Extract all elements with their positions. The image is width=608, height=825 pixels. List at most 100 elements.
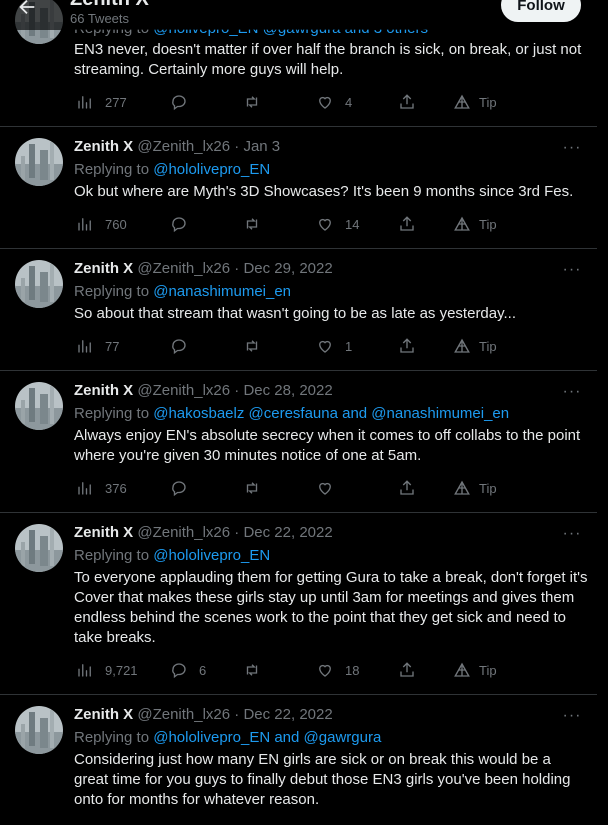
author-name[interactable]: Zenith X: [74, 138, 133, 155]
tweet-count: 66 Tweets: [70, 11, 130, 26]
like-button[interactable]: [316, 479, 334, 497]
tip-button[interactable]: Tip: [453, 661, 497, 679]
mention-link[interactable]: @nanashimumei_en: [153, 283, 291, 300]
tip-button[interactable]: Tip: [453, 337, 497, 355]
avatar[interactable]: [15, 138, 63, 186]
retweet-button[interactable]: [243, 479, 261, 497]
more-dots-icon[interactable]: ···: [560, 262, 584, 287]
like-button[interactable]: 1: [316, 337, 352, 355]
avatar[interactable]: [15, 260, 63, 308]
reply-button[interactable]: [170, 479, 188, 497]
tweet[interactable]: Zenith X @Zenith_lx26 · Dec 22, 2022 ···…: [0, 513, 597, 695]
tip-label: Tip: [479, 338, 497, 354]
tip-button[interactable]: Tip: [453, 215, 497, 233]
tweet[interactable]: Zenith X @Zenith_lx26 · Dec 29, 2022 ···…: [0, 249, 597, 371]
tweet-date[interactable]: · Jan 3: [234, 138, 280, 155]
tweet-date[interactable]: · Dec 28, 2022: [234, 382, 332, 399]
share-button[interactable]: [398, 93, 416, 111]
retweet-button[interactable]: [243, 215, 261, 233]
tweet-date[interactable]: · Dec 22, 2022: [234, 524, 332, 541]
reply-button[interactable]: [170, 337, 188, 355]
views-button[interactable]: 376: [76, 479, 127, 497]
author-handle[interactable]: @Zenith_lx26: [137, 138, 230, 155]
tip-triangle-icon: [454, 662, 470, 677]
bar-chart-icon: [78, 340, 91, 353]
follow-button[interactable]: Follow: [501, 0, 581, 22]
author-name[interactable]: Zenith X: [74, 260, 133, 277]
speech-bubble-icon: [172, 339, 186, 355]
heart-icon: [319, 340, 331, 353]
author-name[interactable]: Zenith X: [74, 382, 133, 399]
tweet[interactable]: Zenith X @Zenith_lx26 · Dec 28, 2022 ···…: [0, 371, 597, 513]
views-button[interactable]: 760: [76, 215, 127, 233]
share-button[interactable]: [398, 215, 416, 233]
retweet-icon: [246, 664, 258, 676]
replie-count: 6: [199, 662, 207, 678]
view-count: 760: [105, 216, 127, 232]
views-button[interactable]: 277: [76, 93, 127, 111]
more-dots-icon[interactable]: ···: [560, 384, 584, 409]
like-button[interactable]: 14: [316, 215, 359, 233]
tip-triangle-icon: [454, 216, 470, 231]
author-name[interactable]: Zenith X: [74, 706, 133, 723]
author-handle[interactable]: @Zenith_lx26: [137, 260, 230, 277]
views-button[interactable]: 77: [76, 337, 119, 355]
mention-link[interactable]: @hololivepro_EN: [153, 161, 270, 178]
tip-triangle-icon: [454, 338, 470, 353]
share-button[interactable]: [398, 661, 416, 679]
mention-link[interactable]: @hololivepro_EN and @gawrgura: [153, 729, 381, 746]
share-upload-icon: [400, 662, 414, 677]
reply-button[interactable]: [170, 215, 188, 233]
bar-chart-icon: [78, 664, 91, 677]
avatar[interactable]: [15, 382, 63, 430]
author-handle[interactable]: @Zenith_lx26: [137, 524, 230, 541]
author-handle[interactable]: @Zenith_lx26: [137, 382, 230, 399]
avatar[interactable]: [15, 524, 63, 572]
tweet-date[interactable]: · Dec 29, 2022: [234, 260, 332, 277]
tweet-header: Zenith X @Zenith_lx26 · Dec 22, 2022: [74, 523, 333, 543]
heart-icon: [319, 96, 331, 109]
author-name[interactable]: Zenith X: [74, 524, 133, 541]
tweet[interactable]: Zenith X @Zenith_lx26 · Jan 3 ··· Replyi…: [0, 127, 597, 249]
like-count: 1: [345, 338, 353, 354]
profile-header: Zenith X 66 Tweets Follow: [0, 0, 608, 30]
reply-button[interactable]: 6: [170, 661, 206, 679]
retweet-button[interactable]: [243, 337, 261, 355]
reply-button[interactable]: [170, 93, 188, 111]
speech-bubble-icon: [172, 95, 186, 111]
retweet-button[interactable]: [243, 661, 261, 679]
like-button[interactable]: 4: [316, 93, 352, 111]
heart-icon: [319, 664, 331, 677]
more-dots-icon[interactable]: ···: [560, 140, 584, 165]
reply-to-line: Replying to @nanashimumei_en: [74, 283, 292, 300]
tweet-header: Zenith X @Zenith_lx26 · Dec 29, 2022: [74, 259, 333, 279]
more-dots-icon[interactable]: ···: [560, 708, 584, 733]
view-count: 376: [105, 480, 127, 496]
share-button[interactable]: [398, 337, 416, 355]
tweet[interactable]: Zenith X @Zenith_lx26 · Dec 22, 2022 ···…: [0, 695, 597, 825]
share-button[interactable]: [398, 479, 416, 497]
like-button[interactable]: 18: [316, 661, 359, 679]
tweet-text: EN3 never, doesn't matter if over half t…: [74, 41, 582, 78]
tip-button[interactable]: Tip: [453, 479, 497, 497]
more-dots-icon[interactable]: ···: [560, 526, 584, 551]
tip-label: Tip: [479, 216, 497, 232]
views-button[interactable]: 9,721: [76, 661, 138, 679]
reply-to-line: Replying to @hakosbaelz @ceresfauna and …: [74, 405, 510, 422]
mention-link[interactable]: @hakosbaelz @ceresfauna and @nanashimume…: [153, 405, 509, 422]
tip-triangle-icon: [454, 480, 470, 495]
share-upload-icon: [400, 338, 414, 353]
avatar[interactable]: [15, 706, 63, 754]
speech-bubble-icon: [172, 217, 186, 233]
retweet-icon: [246, 340, 258, 352]
tip-button[interactable]: Tip: [453, 93, 497, 111]
heart-icon: [319, 218, 331, 231]
view-count: 77: [105, 338, 120, 354]
arrow-left-icon[interactable]: [16, 0, 38, 18]
mention-link[interactable]: @hololivepro_EN: [153, 547, 270, 564]
retweet-button[interactable]: [243, 93, 261, 111]
tip-label: Tip: [479, 94, 497, 110]
tweet-date[interactable]: · Dec 22, 2022: [234, 706, 332, 723]
like-count: 18: [345, 662, 360, 678]
author-handle[interactable]: @Zenith_lx26: [137, 706, 230, 723]
